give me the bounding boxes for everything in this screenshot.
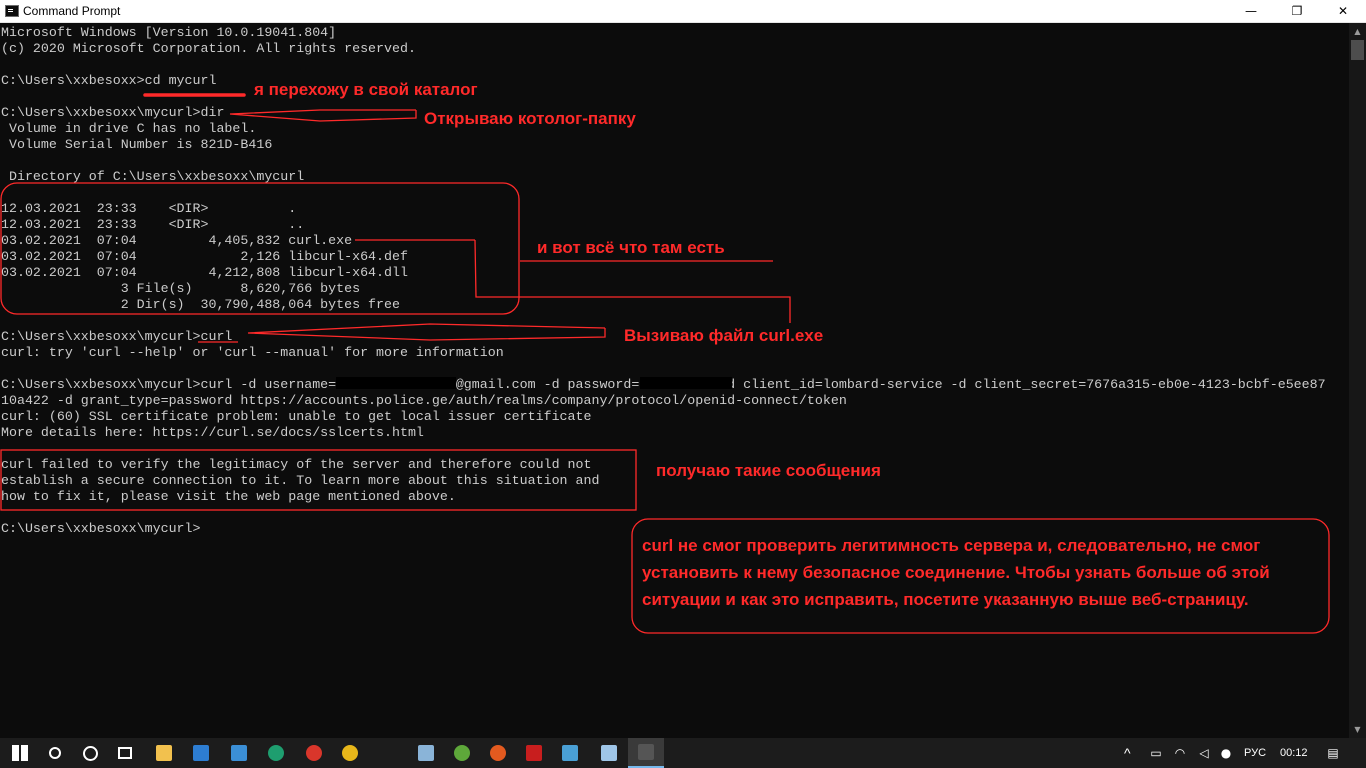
chrome-icon-glyph — [342, 745, 358, 761]
annotation-curl: Вызиваю файл curl.exe — [624, 326, 824, 345]
file-explorer-icon[interactable] — [146, 738, 182, 768]
minimize-button[interactable]: — — [1228, 0, 1274, 23]
app-orange-icon[interactable] — [480, 738, 516, 768]
console-line: 2 Dir(s) 30,790,488,064 bytes free — [1, 297, 400, 312]
console-line: 03.02.2021 07:04 4,405,832 curl.exe — [1, 233, 353, 248]
notifications-icon[interactable]: ▤ — [1326, 746, 1340, 760]
wifi-icon[interactable]: ◠ — [1173, 746, 1187, 760]
console-line: More details here: https://curl.se/docs/… — [1, 425, 424, 440]
edge-icon-glyph — [268, 745, 284, 761]
task-view-icon[interactable] — [107, 738, 143, 768]
console-line: Microsoft Windows [Version 10.0.19041.80… — [1, 25, 337, 40]
cortana-icon[interactable] — [72, 738, 108, 768]
file-explorer-icon-glyph — [156, 745, 172, 761]
cmd-icon-glyph — [638, 744, 654, 760]
battery-icon[interactable]: ▭ — [1149, 746, 1163, 760]
search-icon[interactable] — [37, 738, 73, 768]
console-line: 12.03.2021 23:33 <DIR> .. — [1, 217, 305, 232]
task-view-icon-glyph — [118, 747, 132, 759]
restore-button[interactable]: ❐ — [1274, 0, 1320, 23]
console-line: curl failed to verify the legitimacy of … — [1, 457, 592, 472]
console-line: 3 File(s) 8,620,766 bytes — [1, 281, 361, 296]
store-icon-glyph — [193, 745, 209, 761]
console-line: curl: (60) SSL certificate problem: unab… — [1, 409, 592, 424]
scroll-up-arrow-icon[interactable]: ▲ — [1349, 23, 1366, 40]
app-red-icon[interactable] — [296, 738, 332, 768]
start-icon[interactable] — [2, 738, 38, 768]
console-line: establish a secure connection to it. To … — [1, 473, 600, 488]
app-blue-icon[interactable] — [552, 738, 588, 768]
app-blue-icon-glyph — [562, 745, 578, 761]
console-line: C:\Users\xxbesoxx>cd mycurl — [1, 73, 217, 88]
console-line: (c) 2020 Microsoft Corporation. All righ… — [1, 41, 416, 56]
acrobat-icon[interactable] — [516, 738, 552, 768]
annotation-cd: я перехожу в свой каталог — [254, 80, 478, 99]
language-indicator[interactable]: РУС — [1244, 738, 1266, 768]
utorrent-icon[interactable] — [444, 738, 480, 768]
vertical-scrollbar[interactable]: ▲ ▼ — [1349, 23, 1366, 738]
window-title: Command Prompt — [23, 4, 121, 18]
edge-icon[interactable] — [258, 738, 294, 768]
clock[interactable]: 00:12 — [1280, 738, 1308, 768]
console-line: 03.02.2021 07:04 2,126 libcurl-x64.def — [1, 249, 408, 264]
cmd-window-icon — [5, 5, 19, 17]
cmd-icon[interactable] — [628, 738, 664, 768]
scroll-down-arrow-icon[interactable]: ▼ — [1349, 721, 1366, 738]
console-line: Volume Serial Number is 821D-B416 — [1, 137, 273, 152]
redaction-block — [640, 377, 732, 389]
annotation-messages: получаю такие сообщения — [656, 461, 881, 480]
console-line: C:\Users\xxbesoxx\mycurl>curl — [1, 329, 233, 344]
taskbar: ^ ▭ ◠ ◁ ● РУС 00:12 ▤ — [0, 738, 1366, 768]
acrobat-icon-glyph — [526, 745, 542, 761]
console-line: Volume in drive C has no label. — [1, 121, 257, 136]
microphone-icon[interactable]: ● — [1219, 746, 1233, 760]
app-orange-icon-glyph — [490, 745, 506, 761]
notepad-icon[interactable] — [591, 738, 627, 768]
scroll-thumb[interactable] — [1351, 40, 1364, 60]
console-line: how to fix it, please visit the web page… — [1, 489, 456, 504]
console-line: C:\Users\xxbesoxx\mycurl>dir — [1, 105, 225, 120]
utorrent-icon-glyph — [454, 745, 470, 761]
title-bar: Command Prompt — ❐ ✕ — [0, 0, 1366, 23]
tools-icon-glyph — [418, 745, 434, 761]
console-line: C:\Users\xxbesoxx\mycurl> — [1, 521, 201, 536]
mail-icon[interactable] — [221, 738, 257, 768]
annotation-dir: Открываю котолог-папку — [424, 109, 636, 128]
start-icon-glyph — [12, 745, 28, 761]
app-red-icon-glyph — [306, 745, 322, 761]
console-line: 03.02.2021 07:04 4,212,808 libcurl-x64.d… — [1, 265, 408, 280]
cortana-icon-glyph — [82, 745, 98, 761]
mail-icon-glyph — [231, 745, 247, 761]
annotation-listing: и вот всё что там есть — [537, 238, 725, 257]
annotation-translation: curl не смог проверить легитимность серв… — [642, 536, 1270, 609]
tools-icon[interactable] — [408, 738, 444, 768]
console-line: 10a422 -d grant_type=password https://ac… — [1, 393, 847, 408]
console-line: 12.03.2021 23:33 <DIR> . — [1, 201, 297, 216]
volume-icon[interactable]: ◁ — [1197, 746, 1211, 760]
console-line: curl: try 'curl --help' or 'curl --manua… — [1, 345, 504, 360]
chrome-icon[interactable] — [332, 738, 368, 768]
redaction-block — [336, 377, 456, 389]
close-button[interactable]: ✕ — [1320, 0, 1366, 23]
console-line: Directory of C:\Users\xxbesoxx\mycurl — [1, 169, 305, 184]
search-icon-glyph — [49, 747, 61, 759]
store-icon[interactable] — [183, 738, 219, 768]
notepad-icon-glyph — [601, 745, 617, 761]
chevron-up-icon[interactable]: ^ — [1124, 738, 1131, 768]
